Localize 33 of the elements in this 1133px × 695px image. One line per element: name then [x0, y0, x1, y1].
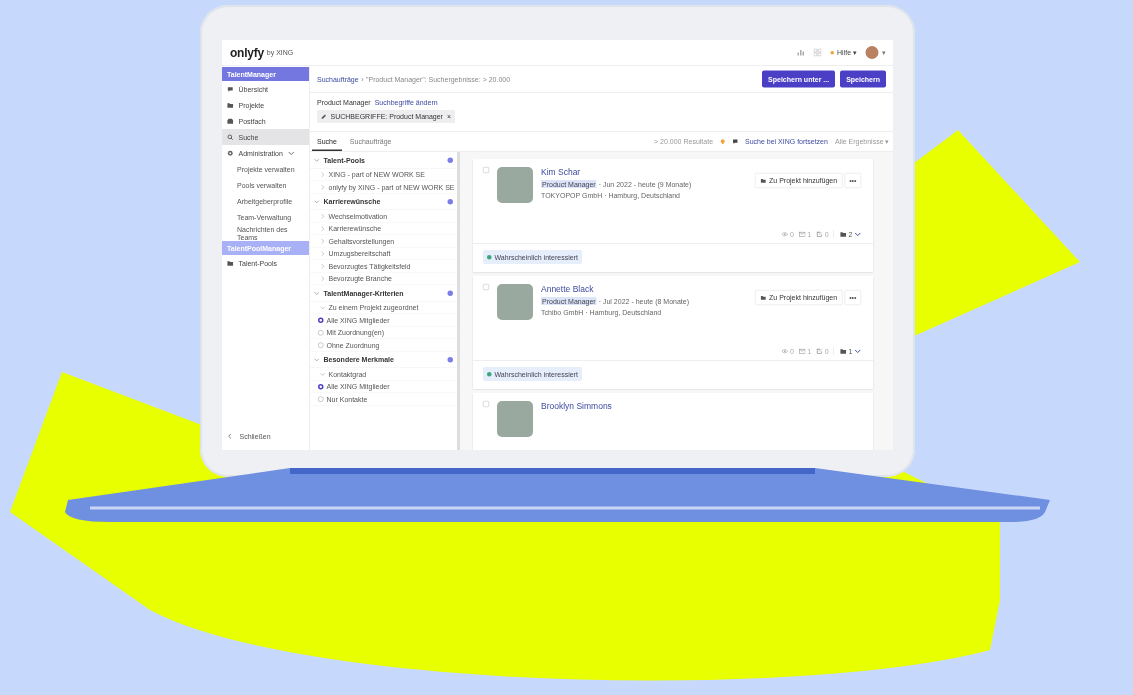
pencil-icon	[816, 230, 823, 238]
radio-button[interactable]	[318, 342, 324, 348]
radio-button[interactable]	[318, 329, 324, 336]
info-dot-icon	[447, 198, 453, 205]
photo-placeholder	[497, 167, 533, 203]
folder-icon	[760, 177, 767, 184]
folder-icon	[227, 259, 234, 267]
info-dot-icon	[447, 290, 453, 296]
candidate-name[interactable]: Kim Schar	[541, 167, 581, 177]
avatar[interactable]	[865, 46, 879, 59]
radio-button[interactable]	[318, 317, 324, 323]
settings-icon	[227, 149, 234, 157]
radio-button[interactable]	[318, 396, 324, 402]
bulb-icon[interactable]	[720, 138, 726, 145]
radio-button[interactable]	[318, 383, 324, 390]
info-dot-icon	[447, 356, 453, 363]
message-icon[interactable]	[732, 138, 739, 145]
pencil-icon	[816, 347, 823, 355]
info-dot-icon	[447, 157, 453, 163]
folder-icon	[760, 294, 767, 301]
candidate-name[interactable]: Annette Black	[541, 284, 594, 294]
speech-bubble-icon	[227, 85, 234, 93]
candidate-name[interactable]: Brooklyn Simmons	[541, 401, 612, 411]
inbox-icon	[227, 117, 234, 125]
photo-placeholder	[497, 284, 533, 320]
photo-placeholder	[497, 401, 533, 437]
pencil-icon	[321, 113, 327, 120]
status-dot-icon	[830, 50, 835, 55]
app-logo: onlyfy	[230, 45, 264, 60]
bar-chart-icon[interactable]	[796, 48, 805, 57]
folder-icon	[840, 230, 847, 238]
folder-icon	[840, 347, 847, 355]
folder-icon	[227, 101, 234, 109]
